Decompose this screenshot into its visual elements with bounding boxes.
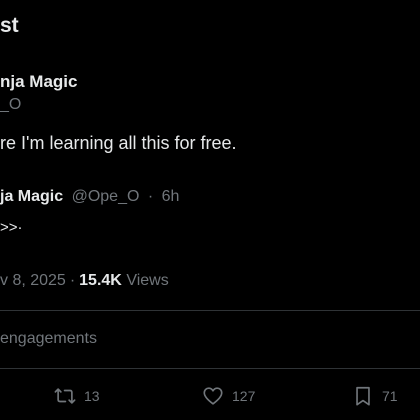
divider [0, 310, 420, 311]
divider [0, 368, 420, 369]
views-count: 15.4K [79, 272, 122, 289]
quoted-author-handle: @Ope_O [71, 188, 140, 205]
heart-icon [203, 387, 223, 405]
quoted-author-name: ja Magic [0, 188, 64, 205]
quoted-post-header[interactable]: ja Magic @Ope_O · 6h [0, 188, 179, 206]
page-title: st [0, 14, 19, 37]
like-button[interactable]: 127 [202, 384, 255, 408]
views-label: Views [126, 272, 169, 289]
author-handle[interactable]: _O [0, 96, 21, 114]
post-date[interactable]: v 8, 2025 [0, 272, 66, 289]
quoted-time-separator: · [147, 188, 154, 205]
retweet-count: 13 [84, 388, 100, 404]
bookmark-icon [356, 386, 370, 406]
quoted-post-text[interactable]: >>· [0, 219, 23, 236]
quoted-post-time: 6h [161, 188, 180, 205]
post-meta: v 8, 2025 · 15.4K Views [0, 272, 169, 290]
view-engagements-link[interactable]: engagements [0, 330, 97, 348]
like-count: 127 [232, 388, 256, 404]
retweet-icon [54, 388, 76, 404]
bookmark-count: 71 [382, 388, 398, 404]
meta-separator: · [69, 272, 76, 289]
author-name[interactable]: nja Magic [0, 72, 77, 92]
bookmark-button[interactable]: 71 [352, 384, 398, 408]
post-text: re I'm learning all this for free. [0, 133, 237, 153]
retweet-button[interactable]: 13 [54, 384, 100, 408]
